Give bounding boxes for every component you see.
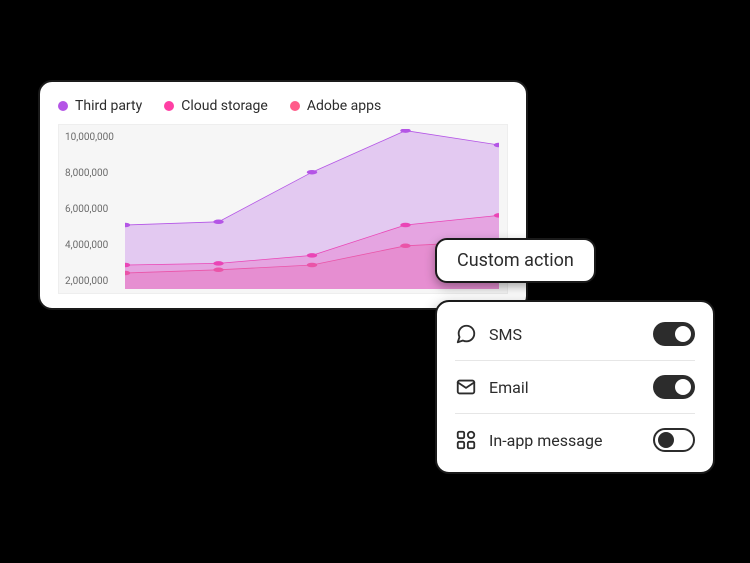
legend-dot: [290, 101, 300, 111]
y-tick: 2,000,000: [65, 277, 125, 287]
y-tick: 4,000,000: [65, 241, 125, 251]
toggle-inapp[interactable]: [653, 428, 695, 452]
sms-icon: [455, 323, 477, 345]
legend-dot: [58, 101, 68, 111]
legend-item-adobe-apps: Adobe apps: [290, 98, 381, 114]
action-row-email: Email: [455, 361, 695, 414]
legend-dot: [164, 101, 174, 111]
legend-label: Cloud storage: [181, 98, 268, 114]
email-icon: [455, 376, 477, 398]
custom-action-text: Custom action: [457, 250, 574, 271]
custom-action-label: Custom action: [435, 238, 596, 283]
y-axis: 10,000,000 8,000,000 6,000,000 4,000,000…: [65, 125, 125, 293]
action-label: SMS: [489, 325, 641, 344]
action-row-inapp: In-app message: [455, 414, 695, 466]
action-label: In-app message: [489, 431, 641, 450]
legend-label: Adobe apps: [307, 98, 381, 114]
legend-label: Third party: [75, 98, 142, 114]
actions-card: SMS Email In-app message: [435, 300, 715, 474]
action-label: Email: [489, 378, 641, 397]
action-row-sms: SMS: [455, 308, 695, 361]
chart-legend: Third party Cloud storage Adobe apps: [58, 98, 508, 114]
apps-icon: [455, 429, 477, 451]
y-tick: 10,000,000: [65, 133, 125, 143]
toggle-email[interactable]: [653, 375, 695, 399]
toggle-sms[interactable]: [653, 322, 695, 346]
legend-item-third-party: Third party: [58, 98, 142, 114]
legend-item-cloud-storage: Cloud storage: [164, 98, 268, 114]
y-tick: 6,000,000: [65, 205, 125, 215]
y-tick: 8,000,000: [65, 169, 125, 179]
